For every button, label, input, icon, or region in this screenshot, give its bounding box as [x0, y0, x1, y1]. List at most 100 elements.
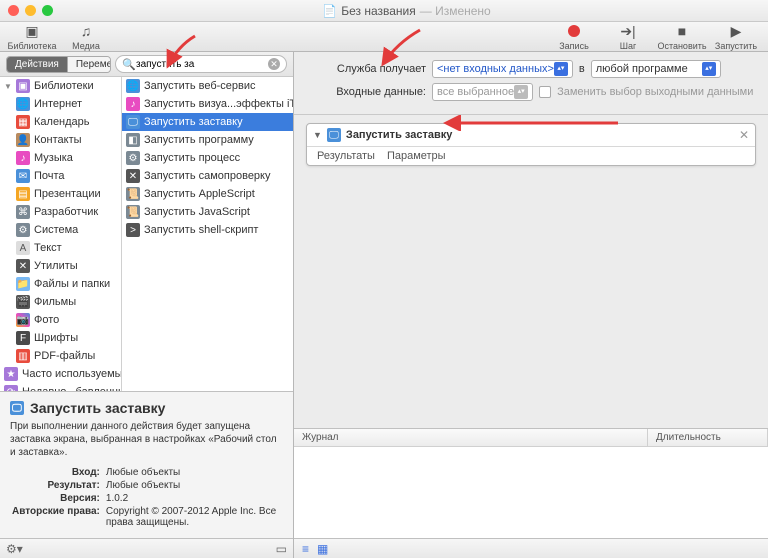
category-item[interactable]: 🌐Интернет [0, 95, 121, 113]
action-icon: 📜 [126, 205, 140, 219]
category-icon: ♪ [16, 151, 30, 165]
action-item[interactable]: ◧Запустить программу [122, 131, 293, 149]
category-item[interactable]: AТекст [0, 239, 121, 257]
category-label: Текст [34, 242, 62, 254]
screensaver-icon: 🖵 [327, 128, 341, 142]
stop-button[interactable]: ■Остановить [658, 22, 706, 51]
action-item[interactable]: 📜Запустить AppleScript [122, 185, 293, 203]
info-title: Запустить заставку [30, 400, 165, 416]
action-label: Запустить JavaScript [144, 206, 250, 218]
category-label: Почта [34, 170, 65, 182]
action-icon: > [126, 223, 140, 237]
category-item[interactable]: ★Часто используемые [0, 365, 121, 383]
category-item[interactable]: ▦Календарь [0, 113, 121, 131]
category-item[interactable]: 👤Контакты [0, 131, 121, 149]
category-item[interactable]: 🎬Фильмы [0, 293, 121, 311]
action-label: Запустить AppleScript [144, 188, 255, 200]
library-button-icon: ▣ [21, 22, 43, 40]
remove-action-icon[interactable]: ✕ [739, 128, 749, 142]
card-title: Запустить заставку [346, 129, 452, 141]
stop-button-label: Остановить [657, 41, 706, 51]
gear-icon[interactable]: ⚙▾ [6, 542, 23, 556]
action-item[interactable]: ⚙Запустить процесс [122, 149, 293, 167]
info-description: При выполнении данного действия будет за… [10, 420, 283, 459]
action-item[interactable]: 📜 Запустить JavaScript [122, 203, 293, 221]
category-icon: ★ [4, 367, 18, 381]
run-button-label: Запустить [715, 41, 757, 51]
zoom-icon[interactable] [42, 5, 53, 16]
category-label: Шрифты [34, 332, 78, 344]
category-icon: ▤ [16, 187, 30, 201]
record-button[interactable]: Запись [550, 22, 598, 51]
receives-popup[interactable]: <нет входных данных>▴▾ [432, 60, 573, 78]
category-item[interactable]: F Шрифты [0, 329, 121, 347]
category-item[interactable]: ✕Утилиты [0, 257, 121, 275]
action-item[interactable]: 🌐Запустить веб-сервис [122, 77, 293, 95]
library-header[interactable]: ▼ ▣ Библиотеки [0, 77, 121, 95]
run-button[interactable]: ▶Запустить [712, 22, 760, 51]
action-list[interactable]: 🌐Запустить веб-сервис♪Запустить визуа...… [122, 77, 293, 391]
media-button[interactable]: ♫Медиа [62, 22, 110, 51]
action-icon: ✕ [126, 169, 140, 183]
action-item[interactable]: ♪Запустить визуа...эффекты iTunes [122, 95, 293, 113]
log-col-duration[interactable]: Длительность [648, 429, 768, 446]
tab-actions[interactable]: Действия [7, 57, 68, 72]
action-icon: ⚙ [126, 151, 140, 165]
category-list[interactable]: ▼ ▣ Библиотеки 🌐Интернет▦Календарь👤Конта… [0, 77, 122, 391]
category-icon: 🎬 [16, 295, 30, 309]
category-item[interactable]: 📷Фото [0, 311, 121, 329]
category-label: Музыка [34, 152, 73, 164]
close-icon[interactable] [8, 5, 19, 16]
layout-icon[interactable]: ▭ [276, 542, 287, 556]
clear-search-icon[interactable]: ✕ [268, 58, 280, 70]
category-item[interactable]: ⚙Система [0, 221, 121, 239]
category-icon: ⚙ [16, 223, 30, 237]
tab-results[interactable]: Результаты [317, 150, 375, 162]
input-label: Входные данные: [306, 86, 426, 98]
minimize-icon[interactable] [25, 5, 36, 16]
category-item[interactable]: ✉Почта [0, 167, 121, 185]
disclosure-icon[interactable]: ▼ [313, 130, 322, 140]
category-item[interactable]: ⟳Недавно...бавленные [0, 383, 121, 391]
workflow-pane: Служба получает <нет входных данных>▴▾ в… [294, 52, 768, 558]
category-label: Интернет [34, 98, 82, 110]
action-item[interactable]: 🖵Запустить заставку [122, 113, 293, 131]
step-button[interactable]: ➔|Шаг [604, 22, 652, 51]
action-item[interactable]: ✕Запустить самопроверку [122, 167, 293, 185]
search-input[interactable] [136, 59, 268, 70]
category-item[interactable]: ♪ Музыка [0, 149, 121, 167]
action-item[interactable]: >Запустить shell-скрипт [122, 221, 293, 239]
category-item[interactable]: 📁Файлы и папки [0, 275, 121, 293]
library-button[interactable]: ▣Библиотека [8, 22, 56, 51]
category-icon: 👤 [16, 133, 30, 147]
right-bottom-bar: ≡ ▦ [294, 538, 768, 558]
category-label: Файлы и папки [34, 278, 110, 290]
action-icon: 🖵 [126, 115, 140, 129]
category-icon: F [16, 331, 30, 345]
replace-checkbox [539, 86, 551, 98]
log-col-journal[interactable]: Журнал [294, 429, 648, 446]
media-button-icon: ♫ [75, 22, 97, 40]
run-button-icon: ▶ [725, 22, 747, 40]
replace-label: Заменить выбор выходными данными [557, 86, 753, 98]
category-item[interactable]: ⌘Разработчик [0, 203, 121, 221]
in-app-popup[interactable]: любой программе▴▾ [591, 60, 721, 78]
tab-params[interactable]: Параметры [387, 150, 446, 162]
category-icon: ✕ [16, 259, 30, 273]
in-label: в [579, 63, 585, 75]
tab-variables[interactable]: Переменные [68, 57, 111, 72]
grid-view-icon[interactable]: ▦ [317, 542, 328, 556]
record-button-icon [563, 22, 585, 40]
category-item[interactable]: ▤Презентации [0, 185, 121, 203]
search-field[interactable]: 🔍 ✕ [115, 55, 287, 73]
action-card-screensaver[interactable]: ▼ 🖵 Запустить заставку ✕ Результаты Пара… [306, 123, 756, 166]
action-label: Запустить веб-сервис [144, 80, 256, 92]
category-item[interactable]: ▥PDF-файлы [0, 347, 121, 365]
info-pane: 🖵Запустить заставку При выполнении данно… [0, 391, 293, 538]
log-body [294, 447, 768, 538]
segmented-control: Действия Переменные [6, 56, 111, 73]
list-view-icon[interactable]: ≡ [302, 542, 309, 556]
workflow-area[interactable]: ▼ 🖵 Запустить заставку ✕ Результаты Пара… [294, 115, 768, 428]
library-pane: Действия Переменные 🔍 ✕ ▼ ▣ Библиотеки 🌐… [0, 52, 294, 558]
category-label: Календарь [34, 116, 90, 128]
